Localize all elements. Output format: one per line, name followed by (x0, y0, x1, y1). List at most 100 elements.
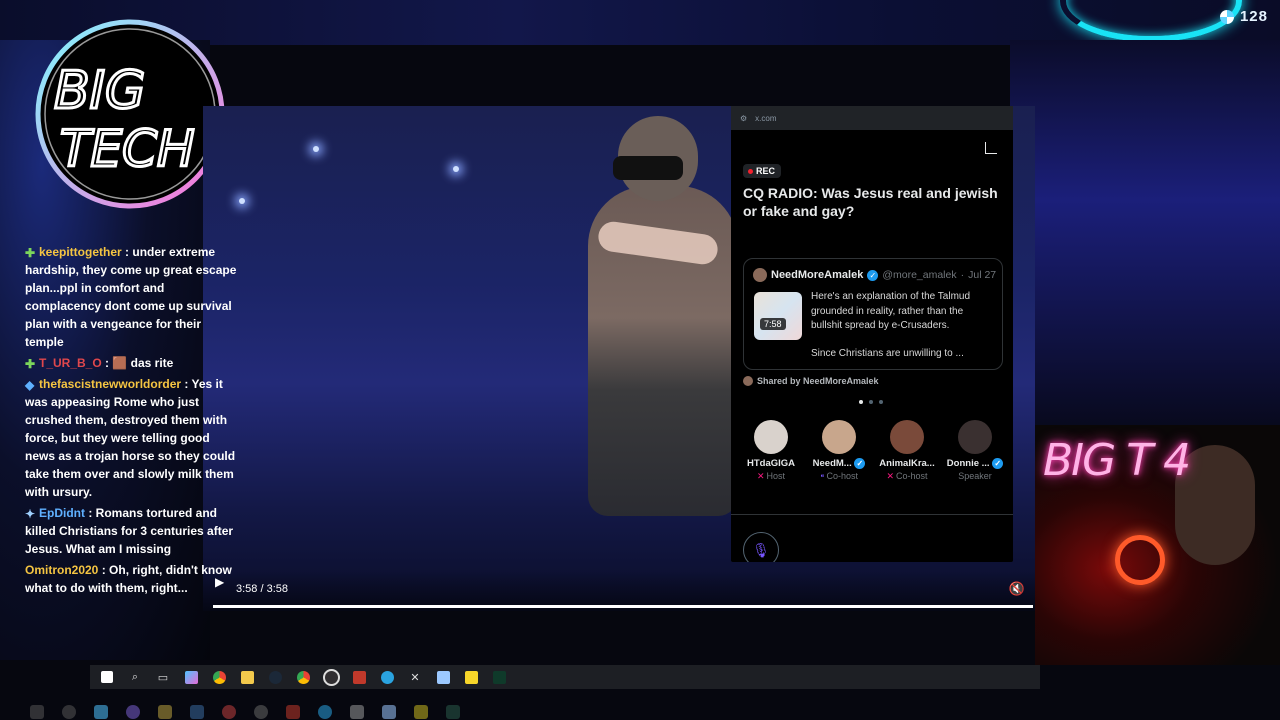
chat-message: ✚ keepittogether : under extreme hardship… (25, 243, 241, 351)
shared-by: Shared by NeedMoreAmalek (743, 376, 879, 386)
mute-icon[interactable]: 🔇 (1009, 581, 1025, 597)
chat-text: : 🟫 das rite (105, 356, 174, 370)
svg-text:TECH: TECH (60, 120, 195, 178)
terminal-icon (446, 705, 460, 719)
chat-text: : under extreme hardship, they come up g… (25, 245, 237, 349)
participant[interactable]: NeedM... ✓ ⁌ Co-host (805, 420, 873, 482)
terminal-icon[interactable] (488, 666, 510, 688)
svg-text:BIG: BIG (54, 61, 145, 121)
shared-by-label: Shared by NeedMoreAmalek (757, 376, 879, 386)
obs-icon (254, 705, 268, 719)
rec-label: REC (756, 166, 776, 176)
stage-light (453, 166, 459, 172)
rec-badge: REC (743, 164, 782, 178)
taskbar-reflection (30, 704, 610, 720)
webcam-feed: BIG T 4 (1035, 425, 1280, 665)
post-handle: @more_amalek (882, 269, 957, 281)
carousel-dot[interactable] (869, 400, 873, 404)
chrome-icon[interactable] (208, 666, 230, 688)
cohost-icon: ✕ (886, 471, 895, 481)
post-header: NeedMoreAmalek ✓ @more_amalek · Jul 27 (753, 268, 996, 282)
site-settings-icon[interactable]: ⚙ (740, 114, 747, 123)
search-icon (62, 705, 76, 719)
plus-badge-icon: ✚ (25, 246, 36, 260)
participant-role: Speaker (958, 471, 992, 481)
chrome-icon[interactable] (292, 666, 314, 688)
participant[interactable]: HTdaGIGA ✕ Host (737, 420, 805, 482)
chat-username: EpDidnt (39, 506, 85, 520)
neon-light (1115, 535, 1165, 585)
sword-badge-icon: ✦ (25, 507, 36, 521)
chat-message: Omitron2020 : Oh, right, didn't know wha… (25, 561, 241, 597)
stage-light (313, 146, 319, 152)
shared-post-card[interactable]: NeedMoreAmalek ✓ @more_amalek · Jul 27 7… (743, 258, 1003, 370)
big-tech-logo: BIG TECH (35, 19, 225, 209)
space-body: REC CQ RADIO: Was Jesus real and jewish … (731, 130, 1013, 562)
divider (731, 514, 1013, 515)
chat-message: ✚ T_UR_B_O : 🟫 das rite (25, 354, 241, 372)
post-text: Here's an explanation of the Talmud grou… (811, 291, 971, 331)
windows-icon[interactable] (96, 666, 118, 688)
avatar (890, 420, 924, 454)
search-icon[interactable]: ⌕ (124, 666, 146, 688)
verified-icon: ✓ (992, 458, 1004, 469)
avatar (753, 268, 767, 282)
participant-name: AnimalKra... (879, 458, 935, 469)
post-video-thumbnail[interactable]: 7:58 (754, 292, 802, 340)
task-view-icon[interactable]: ▭ (152, 666, 174, 688)
viewer-count-value: 128 (1239, 8, 1268, 25)
video-figure-glasses (613, 156, 683, 180)
viewer-count: 128 (1219, 8, 1268, 25)
app-icon (286, 705, 300, 719)
participant-role: ✕ Host (737, 471, 805, 482)
neon-sign: BIG T 4 (1043, 435, 1191, 486)
copilot-icon[interactable] (180, 666, 202, 688)
carousel-dot[interactable] (859, 400, 863, 404)
x-icon (350, 705, 364, 719)
rec-dot-icon (748, 168, 753, 174)
telegram-icon[interactable] (376, 666, 398, 688)
notepad-icon[interactable] (432, 666, 454, 688)
participants-list: HTdaGIGA ✕ Host NeedM... ✓ ⁌ Co-host Anima… (737, 420, 1009, 482)
participant-role-label: Co-host (826, 471, 858, 481)
x-icon[interactable]: ✕ (404, 666, 426, 688)
sticky-notes-icon[interactable] (460, 666, 482, 688)
x-space-panel: ⚙ x.com REC CQ RADIO: Was Jesus real and… (731, 106, 1013, 562)
host-icon: ✕ (756, 471, 765, 481)
participant[interactable]: Donnie ... ✓ Speaker (941, 420, 1009, 482)
chrome-icon (222, 705, 236, 719)
obs-icon[interactable] (320, 666, 342, 688)
file-explorer-icon[interactable] (236, 666, 258, 688)
carousel-dot[interactable] (879, 400, 883, 404)
participant-name-text: Donnie ... (946, 458, 990, 469)
steam-icon[interactable] (264, 666, 286, 688)
post-date: Jul 27 (968, 269, 997, 281)
participant-name: HTdaGIGA (746, 458, 796, 469)
video-progress-bar[interactable] (213, 605, 1033, 608)
video-duration: 7:58 (760, 318, 786, 330)
participant-role-label: Host (766, 471, 786, 481)
verified-icon: ✓ (854, 458, 866, 469)
carousel-dots (859, 400, 883, 404)
sticky-notes-icon (414, 705, 428, 719)
app-icon[interactable] (348, 666, 370, 688)
steam-icon (190, 705, 204, 719)
chat-username: Omitron2020 (25, 563, 99, 577)
chrome-icon (126, 705, 140, 719)
expand-icon[interactable] (985, 142, 997, 154)
participant[interactable]: AnimalKra... ✕ Co-host (873, 420, 941, 482)
space-title: CQ RADIO: Was Jesus real and jewish or f… (743, 185, 998, 219)
avatar (958, 420, 992, 454)
participant-name: NeedM... ✓ (805, 458, 873, 469)
avatar (754, 420, 788, 454)
post-separator: · (960, 269, 965, 281)
cube-badge-icon: ◆ (25, 378, 35, 392)
avatar (743, 376, 753, 386)
chat-overlay: ✚ keepittogether : under extreme hardship… (25, 243, 241, 600)
notepad-icon (382, 705, 396, 719)
microphone-icon[interactable]: 🎙 (743, 532, 779, 562)
chat-message: ◆ thefascistnewworldorder : Yes it was ap… (25, 375, 241, 501)
url-text: x.com (755, 113, 777, 123)
viewers-icon (1219, 9, 1234, 24)
chat-message: ✦ EpDidnt : Romans tortured and killed Ch… (25, 504, 241, 558)
